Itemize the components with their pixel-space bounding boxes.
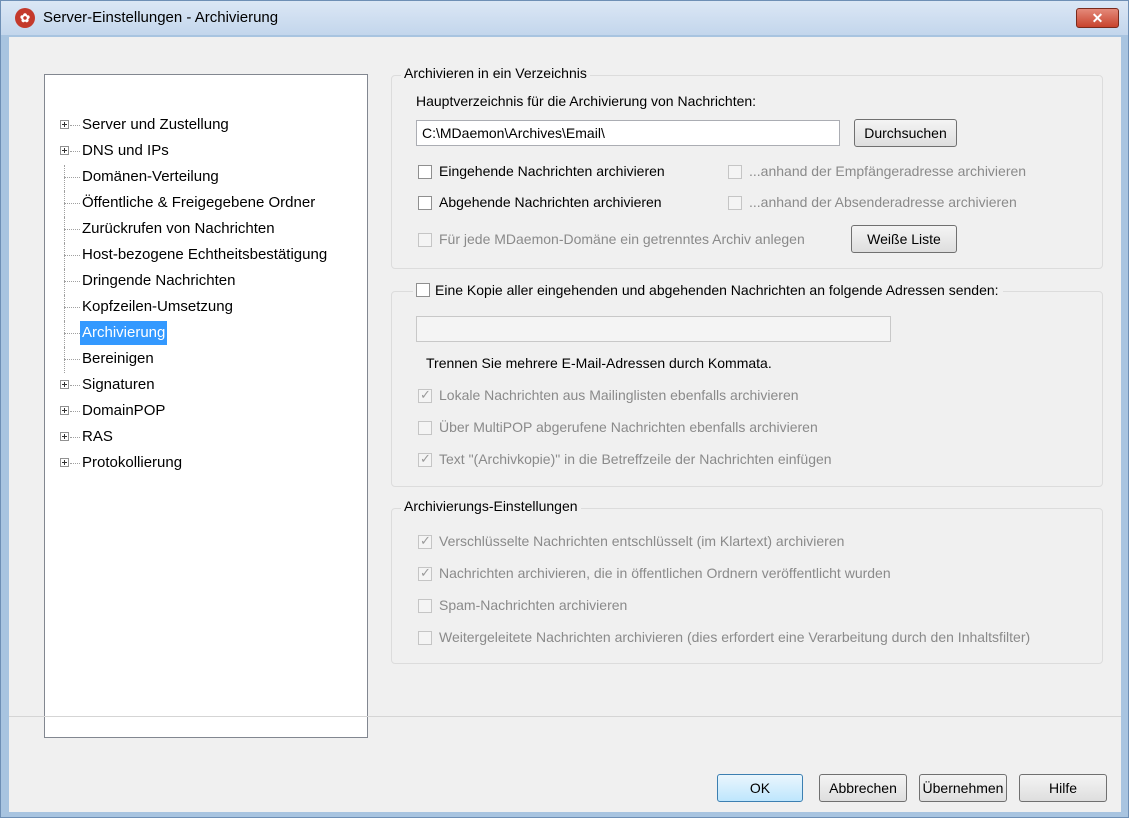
mdaemon-logo-icon: ✿ <box>15 8 35 28</box>
tree-item-label: Zurückrufen von Nachrichten <box>82 220 275 237</box>
forwarded-label: Weitergeleitete Nachrichten archivieren … <box>439 629 1031 645</box>
browse-button[interactable]: Durchsuchen <box>854 119 957 147</box>
multipop-checkbox[interactable] <box>418 421 432 435</box>
per-domain-archive-checkbox[interactable] <box>418 233 432 247</box>
by-sender-checkbox[interactable] <box>728 196 742 210</box>
dialog-window: ✿ Server-Einstellungen - Archivierung ✕ … <box>0 0 1129 818</box>
subject-text-label: Text "(Archivkopie)" in die Betreffzeile… <box>439 451 832 467</box>
archive-directory-group-title: Archivieren in ein Verzeichnis <box>401 65 590 81</box>
subject-text-checkbox[interactable] <box>418 451 432 467</box>
expand-plus-icon[interactable] <box>60 432 69 441</box>
dialog-client: Server und Zustellung DNS und IPs Domäne… <box>9 37 1121 812</box>
tree-item-label: Signaturen <box>82 376 155 393</box>
title-bar[interactable]: ✿ Server-Einstellungen - Archivierung ✕ <box>1 1 1128 35</box>
tree-item-label: Server und Zustellung <box>82 116 229 133</box>
by-recipient-label: ...anhand der Empfängeradresse archivier… <box>749 163 1027 179</box>
spam-label: Spam-Nachrichten archivieren <box>439 597 628 613</box>
tree-item-label: DomainPOP <box>82 402 166 419</box>
tree-item-label: Kopfzeilen-Umsetzung <box>82 298 233 315</box>
send-copy-label: Eine Kopie aller eingehenden und abgehen… <box>435 282 999 298</box>
tree-item-label: RAS <box>82 428 113 445</box>
public-folders-label: Nachrichten archivieren, die in öffentli… <box>439 565 891 581</box>
spam-checkbox[interactable] <box>418 599 432 613</box>
per-domain-archive-label: Für jede MDaemon-Domäne ein getrenntes A… <box>439 231 805 247</box>
archive-settings-group-title: Archivierungs-Einstellungen <box>401 498 581 514</box>
incoming-archive-label: Eingehende Nachrichten archivieren <box>439 163 665 179</box>
expand-plus-icon[interactable] <box>60 120 69 129</box>
incoming-archive-checkbox[interactable] <box>418 165 432 179</box>
by-recipient-checkbox[interactable] <box>728 165 742 179</box>
expand-plus-icon[interactable] <box>60 458 69 467</box>
tree-item-label: Host-bezogene Echtheitsbestätigung <box>82 246 328 263</box>
settings-tree[interactable]: Server und Zustellung DNS und IPs Domäne… <box>44 74 368 738</box>
send-copy-checkbox[interactable] <box>416 283 430 297</box>
expand-plus-icon[interactable] <box>60 146 69 155</box>
local-lists-checkbox[interactable] <box>418 387 432 403</box>
by-sender-label: ...anhand der Absenderadresse archiviere… <box>749 194 1017 210</box>
tree-item-label: Protokollierung <box>82 454 183 471</box>
cancel-button[interactable]: Abbrechen <box>819 774 907 802</box>
ok-button[interactable]: OK <box>717 774 803 802</box>
copy-addresses-hint: Trennen Sie mehrere E-Mail-Adressen durc… <box>426 355 772 371</box>
close-button[interactable]: ✕ <box>1076 8 1119 28</box>
tree-item-label: Dringende Nachrichten <box>82 272 236 289</box>
copy-addresses-input[interactable] <box>416 316 891 342</box>
footer-divider <box>9 716 1121 717</box>
tree-item-label: Öffentliche & Freigegebene Ordner <box>82 194 316 211</box>
multipop-label: Über MultiPOP abgerufene Nachrichten ebe… <box>439 419 818 435</box>
apply-button[interactable]: Übernehmen <box>919 774 1007 802</box>
expand-plus-icon[interactable] <box>60 380 69 389</box>
outgoing-archive-label: Abgehende Nachrichten archivieren <box>439 194 662 210</box>
decrypted-label: Verschlüsselte Nachrichten entschlüsselt… <box>439 533 845 549</box>
expand-plus-icon[interactable] <box>60 406 69 415</box>
copy-group-title: Eine Kopie aller eingehenden und abgehen… <box>413 281 1003 298</box>
decrypted-checkbox[interactable] <box>418 533 432 549</box>
outgoing-archive-checkbox[interactable] <box>418 196 432 210</box>
public-folders-checkbox[interactable] <box>418 565 432 581</box>
archive-path-label: Hauptverzeichnis für die Archivierung vo… <box>416 93 757 109</box>
tree-item-label: DNS und IPs <box>82 142 169 159</box>
tree-item-label: Bereinigen <box>82 350 154 367</box>
help-button[interactable]: Hilfe <box>1019 774 1107 802</box>
window-title: Server-Einstellungen - Archivierung <box>43 9 279 26</box>
local-lists-label: Lokale Nachrichten aus Mailinglisten ebe… <box>439 387 799 403</box>
whitelist-button[interactable]: Weiße Liste <box>851 225 957 253</box>
forwarded-checkbox[interactable] <box>418 631 432 645</box>
tree-item-label: Archivierung <box>80 321 168 345</box>
archive-path-input[interactable]: C:\MDaemon\Archives\Email\ <box>416 120 840 146</box>
tree-item-label: Domänen-Verteilung <box>82 168 219 185</box>
